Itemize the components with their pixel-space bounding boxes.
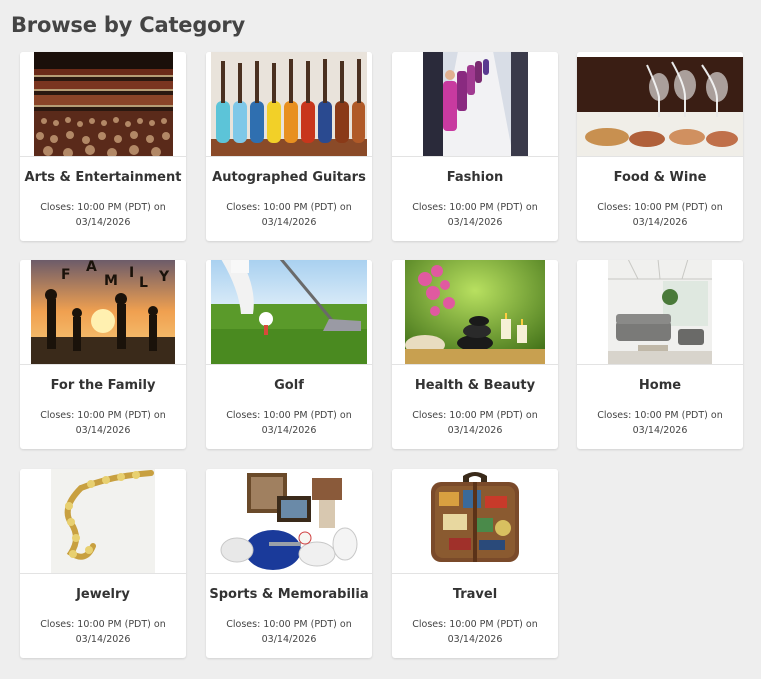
page-title: Browse by Category: [11, 13, 246, 37]
category-name: Health & Beauty: [414, 378, 536, 393]
category-card-jewelry[interactable]: Jewelry Closes: 10:00 PM (PDT) on 03/14/…: [20, 469, 186, 658]
living-room-photo: [577, 260, 743, 365]
closing-time: Closes: 10:00 PM (PDT) on 03/14/2026: [40, 410, 166, 436]
closing-time: Closes: 10:00 PM (PDT) on 03/14/2026: [40, 202, 166, 228]
category-card-for-the-family[interactable]: FAMILY For the Family Closes: 10:00 PM (…: [20, 260, 186, 449]
svg-text:Y: Y: [158, 269, 170, 285]
category-name: Fashion: [446, 170, 504, 185]
guitars-photo: [206, 52, 372, 157]
svg-text:F: F: [61, 267, 71, 283]
category-card-golf[interactable]: Golf Closes: 10:00 PM (PDT) on 03/14/202…: [206, 260, 372, 449]
svg-text:M: M: [104, 273, 118, 289]
closing-time: Closes: 10:00 PM (PDT) on 03/14/2026: [597, 410, 723, 436]
category-name: Autographed Guitars: [212, 170, 366, 185]
closing-time: Closes: 10:00 PM (PDT) on 03/14/2026: [40, 619, 166, 645]
runway-photo: [392, 52, 558, 157]
category-card-autographed-guitars[interactable]: Autographed Guitars Closes: 10:00 PM (PD…: [206, 52, 372, 241]
theater-audience-photo: [20, 52, 186, 157]
category-card-arts-entertainment[interactable]: Arts & Entertainment Closes: 10:00 PM (P…: [20, 52, 186, 241]
closing-time: Closes: 10:00 PM (PDT) on 03/14/2026: [226, 410, 352, 436]
category-card-food-wine[interactable]: Food & Wine Closes: 10:00 PM (PDT) on 03…: [577, 52, 743, 241]
category-name: Home: [638, 378, 682, 393]
gold-necklace-photo: [20, 469, 186, 574]
category-name: Sports & Memorabilia: [209, 587, 369, 602]
category-name: For the Family: [50, 378, 156, 393]
category-card-sports-memorabilia[interactable]: Sports & Memorabilia Closes: 10:00 PM (P…: [206, 469, 372, 658]
wine-food-photo: [577, 52, 743, 157]
sports-memorabilia-photo: [206, 469, 372, 574]
closing-time: Closes: 10:00 PM (PDT) on 03/14/2026: [597, 202, 723, 228]
category-card-health-beauty[interactable]: Health & Beauty Closes: 10:00 PM (PDT) o…: [392, 260, 558, 449]
golf-photo: [206, 260, 372, 365]
closing-time: Closes: 10:00 PM (PDT) on 03/14/2026: [412, 619, 538, 645]
category-name: Jewelry: [76, 587, 130, 602]
category-name: Arts & Entertainment: [24, 170, 182, 185]
category-name: Food & Wine: [613, 170, 707, 185]
category-card-home[interactable]: Home Closes: 10:00 PM (PDT) on 03/14/202…: [577, 260, 743, 449]
svg-text:I: I: [129, 265, 134, 281]
family-sunset-photo: FAMILY: [20, 260, 186, 365]
svg-text:L: L: [139, 275, 148, 291]
closing-time: Closes: 10:00 PM (PDT) on 03/14/2026: [412, 202, 538, 228]
category-name: Travel: [452, 587, 498, 602]
closing-time: Closes: 10:00 PM (PDT) on 03/14/2026: [412, 410, 538, 436]
suitcase-photo: [392, 469, 558, 574]
category-name: Golf: [274, 378, 304, 393]
svg-text:A: A: [86, 260, 97, 275]
closing-time: Closes: 10:00 PM (PDT) on 03/14/2026: [226, 619, 352, 645]
category-card-fashion[interactable]: Fashion Closes: 10:00 PM (PDT) on 03/14/…: [392, 52, 558, 241]
spa-photo: [392, 260, 558, 365]
closing-time: Closes: 10:00 PM (PDT) on 03/14/2026: [226, 202, 352, 228]
category-card-travel[interactable]: Travel Closes: 10:00 PM (PDT) on 03/14/2…: [392, 469, 558, 658]
